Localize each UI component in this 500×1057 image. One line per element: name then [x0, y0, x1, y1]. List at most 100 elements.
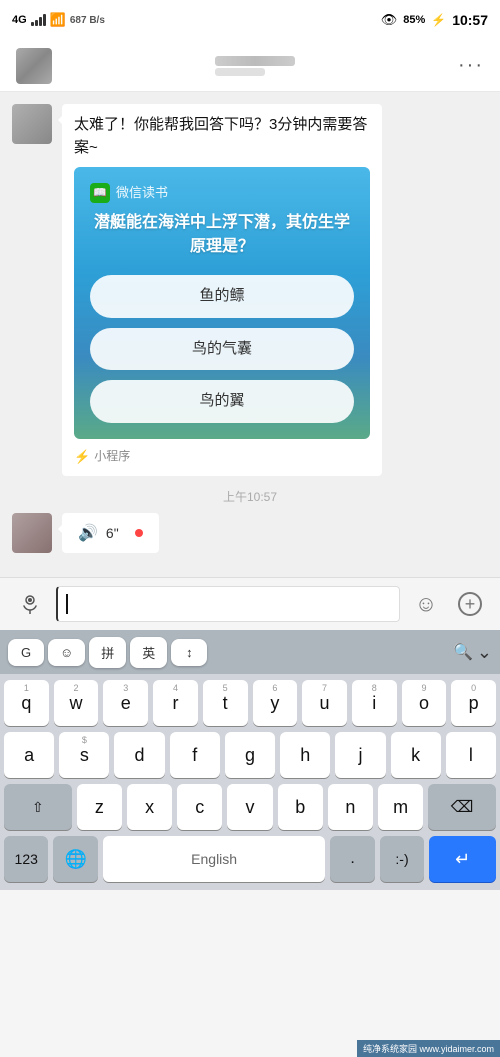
mini-card-options[interactable]: 鱼的鳔 鸟的气囊 鸟的翼 — [90, 275, 354, 423]
key-num-8: 8 — [352, 683, 397, 693]
search-key[interactable]: 🔍 — [453, 642, 473, 662]
carrier-label: 4G — [12, 14, 27, 26]
voice-play-icon: 🔊 — [78, 523, 98, 543]
key-p[interactable]: 0p — [451, 680, 496, 726]
key-w[interactable]: 2w — [54, 680, 99, 726]
signal-bar-3 — [39, 17, 42, 26]
period-key[interactable]: . — [330, 836, 374, 882]
contact-name-blurred — [215, 56, 295, 66]
pinyin-key[interactable]: 拼 — [89, 637, 126, 668]
voice-icon — [18, 592, 42, 616]
key-x[interactable]: x — [127, 784, 172, 830]
key-u[interactable]: 7u — [302, 680, 347, 726]
shift-key[interactable]: ⇧ — [4, 784, 72, 830]
key-c[interactable]: c — [177, 784, 222, 830]
key-num-9: 9 — [402, 683, 447, 693]
voice-switch-button[interactable] — [12, 586, 48, 622]
cursor-key[interactable]: ↕ — [171, 639, 207, 666]
key-f[interactable]: f — [170, 732, 220, 778]
key-z[interactable]: z — [77, 784, 122, 830]
option-3[interactable]: 鸟的翼 — [90, 380, 354, 423]
key-i[interactable]: 8i — [352, 680, 397, 726]
status-left: 4G 📶 687 B/s — [12, 12, 105, 28]
key-m[interactable]: m — [378, 784, 423, 830]
emoji-key[interactable]: ☺ — [48, 639, 85, 666]
key-k[interactable]: k — [391, 732, 441, 778]
data-speed: 687 B/s — [70, 15, 105, 26]
voice-message-content: 🔊 6" — [62, 513, 488, 553]
contact-avatar — [16, 48, 52, 84]
key-e[interactable]: 3e — [103, 680, 148, 726]
sender-avatar-2 — [12, 513, 52, 553]
key-a[interactable]: a — [4, 732, 54, 778]
key-y[interactable]: 6y — [253, 680, 298, 726]
signal-bar-1 — [31, 22, 34, 26]
add-button[interactable]: + — [452, 586, 488, 622]
plus-icon: + — [458, 592, 482, 616]
message-text: 太难了！你能帮我回答下吗？3分钟内需要答案~ — [74, 114, 370, 159]
wifi-icon: 📶 — [50, 12, 66, 28]
mini-program-card[interactable]: 📖 微信读书 潜艇能在海洋中上浮下潜，其仿生学原理是？ 鱼的鳔 鸟的气囊 鸟的翼 — [74, 167, 370, 439]
keyboard-toolbar: G ☺ 拼 英 ↕ 🔍 ⌄ — [0, 630, 500, 674]
keyboard-row-1: 1q 2w 3e 4r 5t 6y 7u 8i 9o 0p — [4, 680, 496, 726]
key-q[interactable]: 1q — [4, 680, 49, 726]
key-l[interactable]: l — [446, 732, 496, 778]
unread-dot — [135, 529, 143, 537]
key-num-5: 5 — [203, 683, 248, 693]
mini-card-header: 📖 微信读书 — [90, 183, 354, 203]
option-1[interactable]: 鱼的鳔 — [90, 275, 354, 318]
message-content: 太难了！你能帮我回答下吗？3分钟内需要答案~ 📖 微信读书 潜艇能在海洋中上浮下… — [62, 104, 488, 476]
message-input[interactable] — [56, 586, 400, 622]
time-display: 10:57 — [452, 12, 488, 28]
option-2[interactable]: 鸟的气囊 — [90, 328, 354, 371]
mini-card-question: 潜艇能在海洋中上浮下潜，其仿生学原理是？ — [90, 211, 354, 259]
key-num-4: 4 — [153, 683, 198, 693]
key-num-3: 3 — [103, 683, 148, 693]
voice-message-bubble[interactable]: 🔊 6" — [62, 513, 159, 553]
battery-indicator: 85% — [403, 14, 425, 26]
key-num-2: 2 — [54, 683, 99, 693]
key-r[interactable]: 4r — [153, 680, 198, 726]
key-v[interactable]: v — [227, 784, 272, 830]
nav-bar: ··· — [0, 40, 500, 92]
status-bar: 4G 📶 687 B/s 👁 85% ⚡ 10:57 — [0, 0, 500, 40]
signal-bar-4 — [43, 14, 46, 26]
key-num-1: 1 — [4, 683, 49, 693]
globe-key[interactable]: 🌐 — [53, 836, 97, 882]
smiley-key[interactable]: :-) — [380, 836, 424, 882]
nav-title-area — [215, 56, 295, 76]
back-button[interactable] — [16, 48, 52, 84]
contact-subtitle-blurred — [215, 68, 265, 76]
key-num-0: 0 — [451, 683, 496, 693]
key-s[interactable]: $s — [59, 732, 109, 778]
input-area: ☺ + — [0, 577, 500, 630]
sender-avatar — [12, 104, 52, 144]
english-key[interactable]: 英 — [130, 637, 167, 668]
key-h[interactable]: h — [280, 732, 330, 778]
hide-keyboard-key[interactable]: ⌄ — [477, 642, 492, 663]
key-n[interactable]: n — [328, 784, 373, 830]
mini-card-logo: 📖 — [90, 183, 110, 203]
space-key[interactable]: English — [103, 836, 325, 882]
return-key[interactable]: ↵ — [429, 836, 496, 882]
key-d[interactable]: d — [114, 732, 164, 778]
delete-key[interactable]: ⌫ — [428, 784, 496, 830]
mini-card-footer: ⚡ 小程序 — [74, 447, 370, 467]
charging-icon: ⚡ — [431, 13, 446, 27]
key-t[interactable]: 5t — [203, 680, 248, 726]
google-key[interactable]: G — [8, 639, 44, 666]
emoji-button[interactable]: ☺ — [408, 586, 444, 622]
numbers-key[interactable]: 123 — [4, 836, 48, 882]
key-g[interactable]: g — [225, 732, 275, 778]
message-bubble: 太难了！你能帮我回答下吗？3分钟内需要答案~ 📖 微信读书 潜艇能在海洋中上浮下… — [62, 104, 382, 476]
key-num-7: 7 — [302, 683, 347, 693]
key-o[interactable]: 9o — [402, 680, 447, 726]
key-j[interactable]: j — [335, 732, 385, 778]
keyboard-bottom-row: 123 🌐 English . :-) ↵ — [0, 836, 500, 890]
watermark: 纯净系统家园 www.yidaimer.com — [357, 1040, 500, 1057]
signal-bars — [31, 14, 46, 26]
keyboard-rows: 1q 2w 3e 4r 5t 6y 7u 8i 9o 0p a $s d f g… — [0, 674, 500, 836]
keyboard: G ☺ 拼 英 ↕ 🔍 ⌄ 1q 2w 3e 4r 5t 6y 7u 8i 9o… — [0, 630, 500, 890]
more-button[interactable]: ··· — [458, 54, 484, 77]
key-b[interactable]: b — [278, 784, 323, 830]
